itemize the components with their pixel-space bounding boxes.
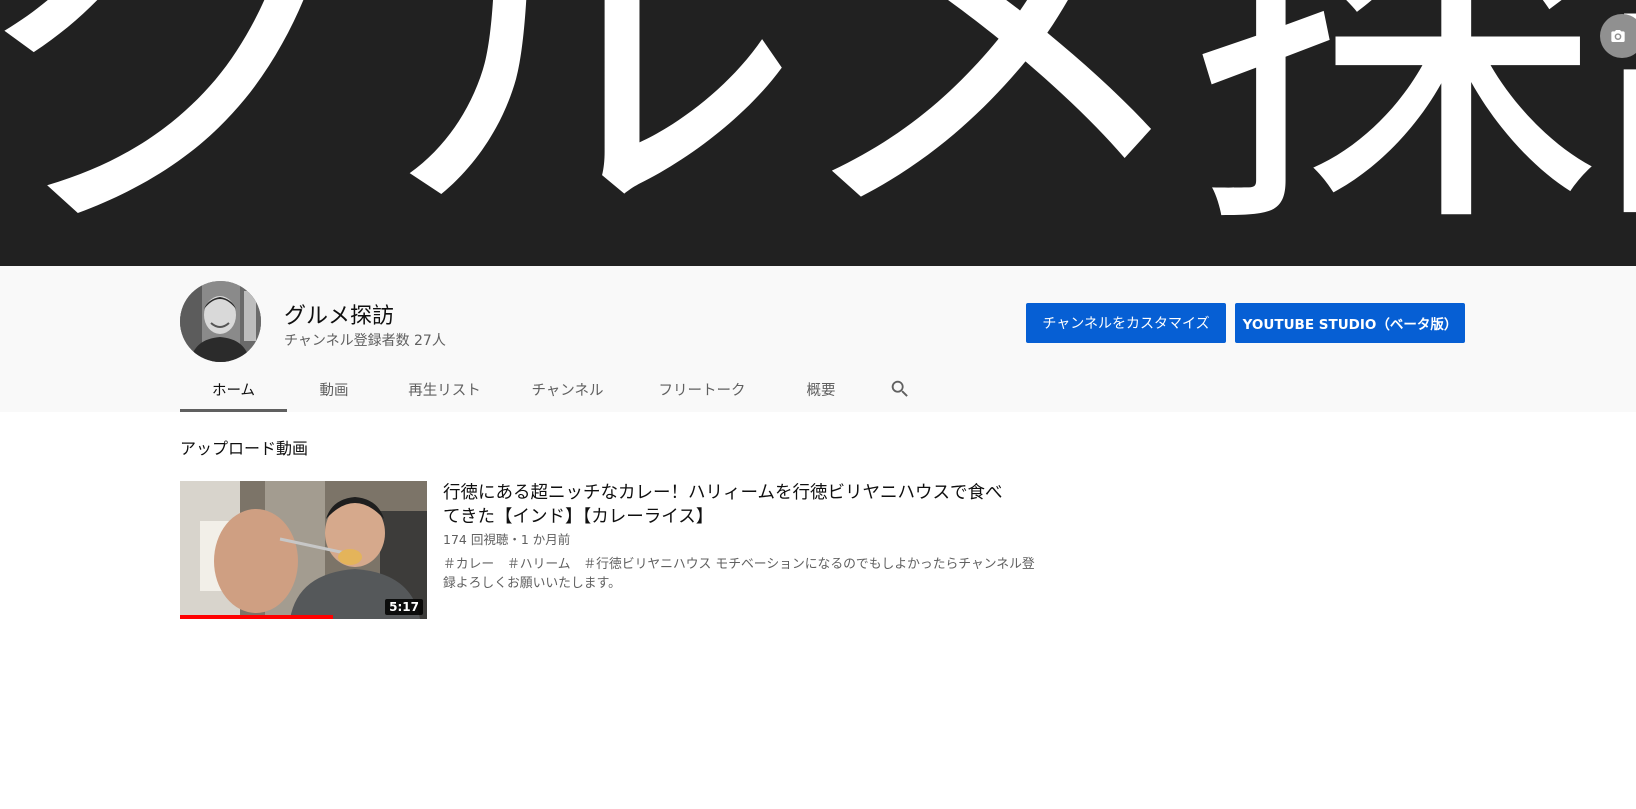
search-icon[interactable] [865,366,935,412]
customize-channel-button[interactable]: チャンネルをカスタマイズ [1026,303,1226,343]
channel-name: グルメ探訪 [284,304,395,329]
tab-discussion[interactable]: フリートーク [627,366,777,412]
banner-title: グルメ探訪 [0,0,1636,266]
subscriber-count: チャンネル登録者数 27人 [284,333,446,349]
video-duration: 5:17 [385,599,423,615]
video-item[interactable]: 5:17 行徳にある超ニッチなカレー！ハリィームを行徳ビリヤニハウスで食べてきた… [180,481,1060,619]
video-description: ＃カレー ＃ハリーム ＃行徳ビリヤニハウス モチベーションになるのでもしよかった… [443,557,1035,591]
channel-header: グルメ探訪 チャンネル登録者数 27人 チャンネルをカスタマイズ YOUTUBE… [0,266,1636,412]
section-title: アップロード動画 [180,439,309,458]
watch-progress-bar [180,615,334,619]
channel-tabs: ホーム 動画 再生リスト チャンネル フリートーク 概要 [180,366,935,412]
tab-playlists[interactable]: 再生リスト [381,366,508,412]
video-title[interactable]: 行徳にある超ニッチなカレー！ハリィームを行徳ビリヤニハウスで食べてきた【インド】… [443,481,1003,529]
video-thumbnail[interactable]: 5:17 [180,481,427,619]
avatar[interactable] [180,281,261,362]
video-meta: 174 回視聴・1 か月前 [443,532,571,547]
youtube-studio-button[interactable]: YOUTUBE STUDIO（ベータ版） [1235,303,1465,343]
camera-icon[interactable] [1600,14,1636,58]
tab-channels[interactable]: チャンネル [508,366,627,412]
tab-home[interactable]: ホーム [180,366,287,412]
tab-videos[interactable]: 動画 [287,366,381,412]
channel-page: グルメ探訪 グルメ探訪 チャンネル登録者数 27人 チャンネルをカスタマイズ Y… [0,0,1636,809]
channel-banner: グルメ探訪 [0,0,1636,266]
tab-about[interactable]: 概要 [777,366,865,412]
